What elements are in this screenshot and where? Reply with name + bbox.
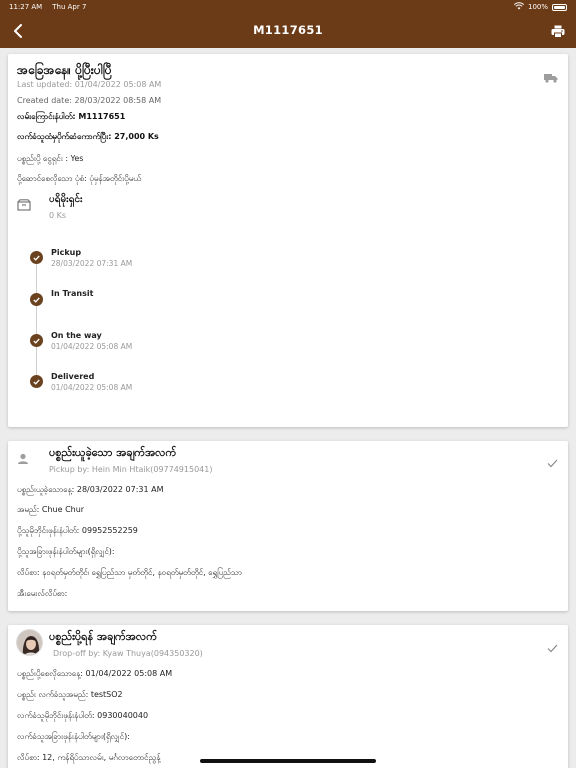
timeline-line (36, 264, 37, 382)
timeline-date-pickup: 28/03/2022 07:31 AM (51, 259, 133, 268)
timeline-label-on-the-way: On the way (51, 331, 102, 340)
timeline-label-delivered: Delivered (51, 372, 95, 381)
dropoff-title: ပစ္စည်းပို့ရန် အချက်အလက် (49, 630, 157, 643)
status-time: 11:27 AM (9, 3, 43, 11)
balance-label: ပရိမိုးရှင်း (49, 194, 83, 205)
timeline-check-icon (30, 293, 43, 306)
parcel-cash: ပစ္စည်းပို့ ငွေရှင်း : Yes (17, 154, 84, 163)
person-icon (16, 451, 30, 465)
timeline-label-in-transit: In Transit (51, 289, 94, 298)
balance-value: 0 Ks (49, 211, 67, 220)
status-bar: 11:27 AM Thu Apr 7 100% (0, 0, 576, 14)
page-title: M1117651 (253, 23, 323, 37)
tracking-number: လမ်းကြောင်းနံပါတ်: M1117651 (17, 112, 126, 121)
nav-bar: M1117651 (0, 14, 576, 48)
sender-address: လိပ်စာ: နဝရတ်မှတ်တိုင်၊ ရွှေပြည်သာ မှတ်တ… (17, 568, 242, 577)
receiver-name: ပစ္စည်း လက်ခံသူအမည်: testSO2 (17, 690, 123, 699)
dropoff-date: ပစ္စည်းပို့စေလိုသောနေ့: 01/04/2022 05:08… (17, 669, 173, 678)
delivery-type: ပို့ဆောင်စေလိုသော ပုံစံ: ပုံမှန်အတိုင်းပ… (17, 174, 142, 183)
timeline-check-icon (30, 334, 43, 347)
last-updated: Last updated: 01/04/2022 05:08 AM (17, 80, 162, 89)
order-status-title: အခြေအနေ။ ပို့ပြီးပါပြီ (17, 63, 112, 77)
print-button[interactable] (546, 19, 570, 43)
truck-icon (544, 68, 558, 87)
check-icon (547, 453, 558, 472)
status-date: Thu Apr 7 (52, 3, 87, 11)
timeline-check-icon (30, 375, 43, 388)
avatar (16, 629, 43, 656)
sender-email: အီးမေးလ်လိပ်စာ: (17, 589, 68, 598)
timeline-label-pickup: Pickup (51, 248, 82, 257)
timeline-date-delivered: 01/04/2022 05:08 AM (51, 383, 133, 392)
order-status-card: အခြေအနေ။ ပို့ပြီးပါပြီ Last updated: 01/… (8, 54, 568, 427)
pickup-title: ပစ္စည်းယူခဲ့သော အချက်အလက် (49, 446, 177, 459)
sender-other-phones: ပို့သူအခြားဖုန်းနံပါတ်များ(ရှိလျှင်): (17, 547, 115, 556)
dropoff-by: Drop-off by: Kyaw Thuya(094350320) (53, 649, 203, 658)
receiver-address: လိပ်စာ: 12, ကန်ရိပ်သာလမ်း, မင်္ဂလာတောင်ည… (17, 753, 161, 762)
dropoff-info-card[interactable]: ပစ္စည်းပို့ရန် အချက်အလက် Drop-off by: Ky… (8, 625, 568, 768)
pickup-date: ပစ္စည်းယူခဲ့သောနေ့: 28/03/2022 07:31 AM (17, 485, 164, 494)
receiver-other-phones: လက်ခံသူအခြားဖုန်းနံပါတ်များ(ရှိလျှင်): (17, 732, 130, 741)
battery-icon (552, 3, 567, 11)
created-date: Created date: 28/03/2022 08:58 AM (17, 96, 162, 105)
package-icon (17, 196, 31, 215)
amount-to-collect: လက်ခံသူထံမှပိုက်ဆံကောက်ပြီး: 27,000 Ks (17, 132, 159, 141)
check-icon (547, 638, 558, 657)
wifi-icon (513, 2, 525, 12)
printer-icon (551, 25, 565, 38)
pickup-by: Pickup by: Hein Min Htaik(09774915041) (49, 465, 213, 474)
timeline-date-on-the-way: 01/04/2022 05:08 AM (51, 342, 133, 351)
battery-percent: 100% (527, 3, 548, 11)
sender-name: အမည်: Chue Chur (17, 505, 85, 514)
pickup-info-card[interactable]: ပစ္စည်းယူခဲ့သော အချက်အလက် Pickup by: Hei… (8, 441, 568, 611)
home-indicator (200, 759, 376, 763)
timeline-check-icon (30, 251, 43, 264)
receiver-phone: လက်ခံသူမိုဘိုင်းဖုန်းနံပါတ်: 0930040040 (17, 711, 149, 720)
sender-phone: ပို့သူမိုဘိုင်းဖုန်းနံပါတ်: 09952552259 (17, 526, 138, 535)
